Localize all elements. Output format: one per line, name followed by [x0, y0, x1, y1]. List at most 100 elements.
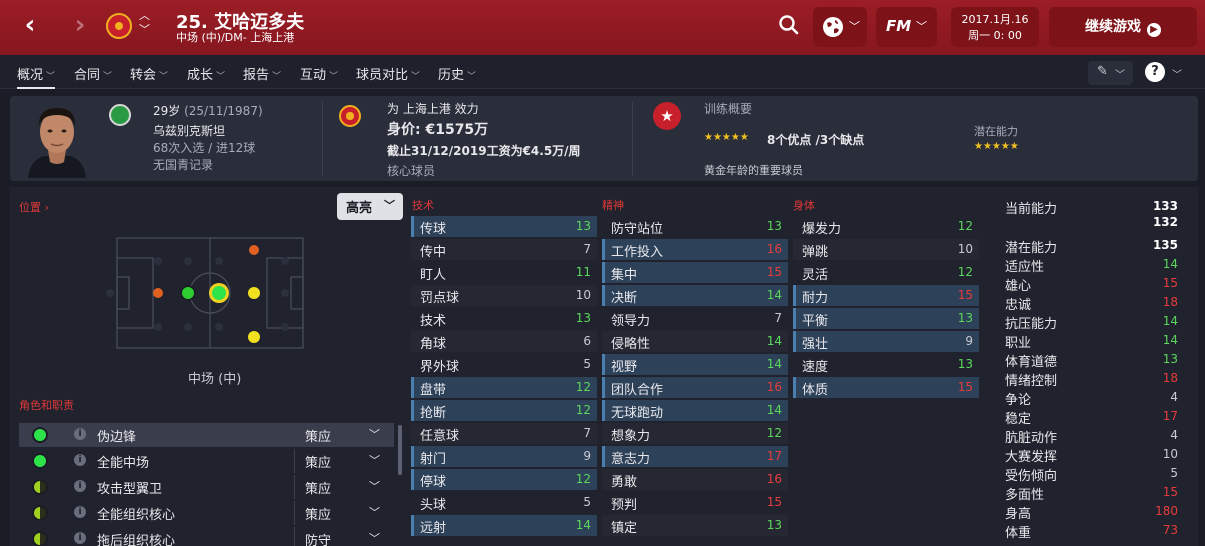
- tab-comparison[interactable]: 球员对比 ﹀: [356, 64, 420, 83]
- tab-development[interactable]: 成长 ﹀: [187, 64, 225, 83]
- personality-name: 当前能力: [1005, 202, 1058, 217]
- age-text: 29岁: [153, 104, 181, 118]
- player-switch-arrows-icon[interactable]: ︿ ﹀: [139, 9, 150, 37]
- attribute-row: 勇敢 16: [602, 469, 788, 490]
- help-menu-button[interactable]: ? ﹀: [1140, 61, 1192, 85]
- globe-icon: [823, 17, 843, 37]
- attribute-value: 13: [957, 311, 973, 325]
- attribute-value: 13: [766, 518, 782, 532]
- role-row[interactable]: i 全能中场 策应 ﹀: [19, 449, 394, 473]
- info-icon[interactable]: i: [74, 532, 86, 544]
- personality-row: 受伤倾向 5: [1005, 464, 1180, 484]
- attribute-value: 15: [957, 380, 973, 394]
- search-icon[interactable]: [778, 14, 800, 36]
- time-line: 周一 0: 00: [968, 29, 1022, 42]
- attribute-row: 头球 5: [411, 492, 597, 513]
- attribute-value: 12: [575, 472, 591, 486]
- roles-scrollbar[interactable]: [398, 425, 402, 475]
- club-line[interactable]: 为 上海上港 效力: [387, 100, 479, 117]
- attribute-row: 镇定 13: [602, 515, 788, 536]
- tab-overview[interactable]: 概况 ﹀: [17, 64, 56, 89]
- personality-row: 情绪控制 18: [1005, 369, 1180, 389]
- info-icon[interactable]: i: [74, 480, 86, 492]
- role-suitability-dot: [32, 427, 48, 443]
- duty-dropdown[interactable]: 策应 ﹀: [294, 423, 390, 447]
- tab-label: 合同: [74, 68, 101, 83]
- attribute-row: 团队合作 16: [602, 377, 788, 398]
- attribute-value: 16: [766, 472, 782, 486]
- attribute-name: 防守站位: [611, 222, 664, 237]
- importance-text: 黄金年龄的重要球员: [704, 164, 803, 177]
- world-menu-button[interactable]: ﹀: [813, 7, 867, 47]
- info-icon[interactable]: i: [74, 506, 86, 518]
- attribute-row: 体质 15: [793, 377, 979, 398]
- personality-name: 职业: [1005, 336, 1032, 351]
- highlight-dropdown[interactable]: 高亮 ﹀: [337, 193, 403, 220]
- potential-ability-stars: ★★★★★: [974, 141, 1019, 152]
- duty-dropdown[interactable]: 策应 ﹀: [294, 475, 390, 499]
- personality-value: 73: [1162, 523, 1178, 537]
- personality-value: 14: [1162, 314, 1178, 328]
- player-value: 身价: €1575万: [387, 122, 489, 138]
- attribute-name: 抢断: [420, 406, 447, 421]
- back-arrow-icon[interactable]: ‹: [15, 10, 45, 42]
- role-row[interactable]: i 伪边锋 策应 ﹀: [19, 423, 394, 447]
- role-row[interactable]: i 攻击型翼卫 策应 ﹀: [19, 475, 394, 499]
- fm-menu-button[interactable]: FM ﹀: [876, 7, 937, 47]
- dob-text: (25/11/1987): [184, 104, 263, 118]
- attribute-value: 14: [575, 518, 591, 532]
- role-name: 伪边锋: [97, 430, 137, 445]
- attribute-name: 工作投入: [611, 245, 664, 260]
- info-icon[interactable]: i: [74, 454, 86, 466]
- attribute-value: 14: [766, 334, 782, 348]
- club-crest-icon: [339, 105, 361, 127]
- duty-dropdown[interactable]: 策应 ﹀: [294, 449, 390, 473]
- date-display[interactable]: 2017.1月.16 周一 0: 00: [951, 7, 1039, 47]
- tab-interaction[interactable]: 互动 ﹀: [300, 64, 338, 83]
- personality-name: 潜在能力: [1005, 241, 1058, 256]
- tab-history[interactable]: 历史 ﹀: [438, 64, 476, 83]
- personality-value: 15: [1162, 485, 1178, 499]
- duty-dropdown[interactable]: 策应 ﹀: [294, 501, 390, 525]
- role-row[interactable]: i 全能组织核心 策应 ﹀: [19, 501, 394, 525]
- tab-label: 转会: [130, 68, 157, 83]
- chevron-down-icon: ﹀: [159, 72, 169, 82]
- player-age: 29岁 (25/11/1987): [153, 102, 263, 119]
- attribute-value: 17: [766, 449, 782, 463]
- edit-menu-button[interactable]: ✎ ﹀: [1088, 61, 1133, 85]
- date-line: 2017.1月.16: [961, 13, 1029, 26]
- info-icon[interactable]: i: [74, 428, 86, 440]
- personality-row: 适应性 14: [1005, 255, 1180, 275]
- chevron-down-icon: ﹀: [216, 72, 226, 82]
- tab-contract[interactable]: 合同 ﹀: [74, 64, 112, 83]
- attribute-value: 10: [957, 242, 973, 256]
- forward-arrow-icon[interactable]: ›: [65, 10, 95, 42]
- role-row[interactable]: i 拖后组织核心 防守 ﹀: [19, 527, 394, 546]
- continue-button[interactable]: 继续游戏 ▶: [1049, 7, 1197, 47]
- attribute-value: 15: [766, 495, 782, 509]
- tab-transfer[interactable]: 转会 ﹀: [130, 64, 168, 83]
- position-section-label[interactable]: 位置 ›: [19, 199, 49, 215]
- traits-summary[interactable]: 8个优点 /3个缺点: [767, 131, 864, 148]
- personality-value: 4: [1170, 428, 1178, 442]
- club-crest-icon: [106, 13, 132, 39]
- personality-name: 争论: [1005, 393, 1032, 408]
- personality-name: 忠诚: [1005, 298, 1032, 313]
- tab-label: 互动: [300, 68, 327, 83]
- attribute-row: 弹跳 10: [793, 239, 979, 260]
- duty-dropdown[interactable]: 防守 ﹀: [294, 527, 390, 546]
- attribute-value: 14: [766, 357, 782, 371]
- attribute-name: 预判: [611, 498, 638, 513]
- attribute-name: 速度: [802, 360, 829, 375]
- tab-reports[interactable]: 报告 ﹀: [243, 64, 281, 83]
- attribute-name: 角球: [420, 337, 447, 352]
- attribute-value: 7: [583, 242, 591, 256]
- attribute-row: 盯人 11: [411, 262, 597, 283]
- personality-name: 大赛发挥: [1005, 450, 1058, 465]
- attribute-row: 防守站位 13: [602, 216, 788, 237]
- role-name: 拖后组织核心: [97, 534, 176, 546]
- attribute-row: 意志力 17: [602, 446, 788, 467]
- nationality[interactable]: 乌兹别克斯坦: [153, 122, 225, 139]
- duty-label: 策应: [305, 456, 332, 471]
- attribute-row: 角球 6: [411, 331, 597, 352]
